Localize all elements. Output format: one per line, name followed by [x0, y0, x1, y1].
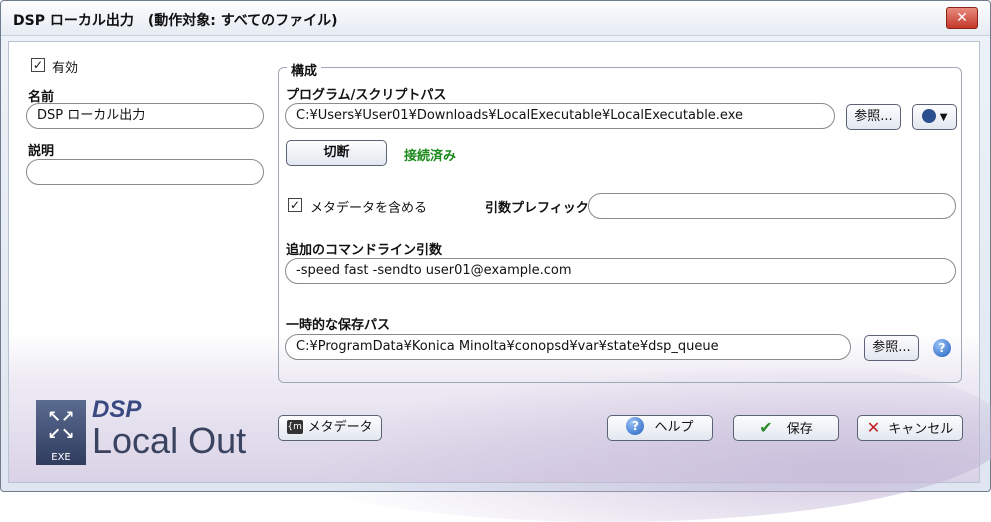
- include-metadata-label: メタデータを含める: [310, 201, 428, 216]
- exe-logo-icon: ↖↗ ↙↘ EXE: [36, 400, 86, 465]
- include-metadata-checkbox[interactable]: ✓: [288, 198, 302, 212]
- help-button[interactable]: ? ヘルプ: [607, 415, 713, 441]
- metadata-button[interactable]: {m} メタデータ: [278, 415, 382, 441]
- user-icon: [921, 108, 936, 123]
- save-button-label: 保存: [786, 422, 813, 437]
- save-button[interactable]: ✔ 保存: [733, 415, 839, 441]
- program-path-label: プログラム/スクリプトパス: [286, 88, 447, 103]
- arg-prefix-input[interactable]: [588, 193, 956, 219]
- extra-args-label: 追加のコマンドライン引数: [286, 243, 443, 258]
- product-logo: DSP Local Out: [92, 398, 246, 460]
- title-bar: DSP ローカル出力 (動作対象: すべてのファイル) ✕: [1, 1, 990, 36]
- temp-path-help-icon[interactable]: ?: [933, 339, 951, 357]
- enabled-checkbox[interactable]: ✓: [31, 58, 45, 72]
- description-input[interactable]: [26, 159, 264, 185]
- disconnect-button[interactable]: 切断: [286, 140, 387, 166]
- connection-status: 接続済み: [404, 149, 457, 164]
- logo-badge: EXE: [51, 452, 71, 463]
- program-browse-button[interactable]: 参照...: [846, 104, 901, 130]
- temp-path-label: 一時的な保存パス: [286, 318, 391, 333]
- close-button[interactable]: ✕: [946, 7, 978, 29]
- enabled-label: 有効: [52, 61, 79, 76]
- description-label: 説明: [28, 144, 55, 159]
- close-x-icon: ✕: [866, 418, 881, 437]
- temp-browse-button[interactable]: 参照...: [864, 335, 919, 361]
- extra-args-input[interactable]: -speed fast -sendto user01@example.com: [285, 258, 956, 284]
- name-input[interactable]: DSP ローカル出力: [26, 103, 264, 129]
- arg-prefix-label: 引数プレフィックス: [485, 201, 602, 216]
- chevron-down-icon: ▼: [939, 112, 948, 123]
- checkmark-icon: ✔: [759, 418, 773, 437]
- config-legend: 構成: [287, 60, 322, 79]
- program-path-input[interactable]: C:¥Users¥User01¥Downloads¥LocalExecutabl…: [285, 103, 835, 129]
- logo-line2: Local Out: [92, 420, 247, 461]
- metadata-button-label: メタデータ: [307, 420, 373, 435]
- cancel-button-label: キャンセル: [888, 422, 954, 437]
- user-menu-button[interactable]: ▼: [912, 104, 957, 130]
- logo-line1: DSP: [92, 396, 142, 423]
- help-button-label: ヘルプ: [654, 420, 694, 435]
- metadata-icon: {m}: [287, 419, 308, 434]
- window-title: DSP ローカル出力 (動作対象: すべてのファイル): [13, 13, 338, 29]
- temp-path-input[interactable]: C:¥ProgramData¥Konica Minolta¥conopsd¥va…: [285, 334, 851, 360]
- cancel-button[interactable]: ✕ キャンセル: [857, 415, 963, 441]
- arrows-icon: ↖↗ ↙↘: [47, 407, 75, 443]
- help-icon: ?: [626, 417, 645, 435]
